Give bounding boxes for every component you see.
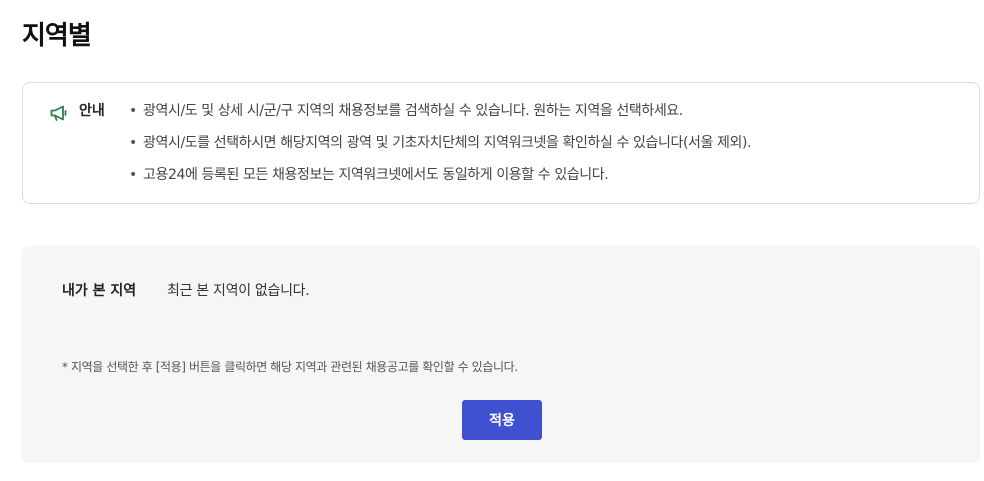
notice-box: 안내 • 광역시/도 및 상세 시/군/구 지역의 채용정보를 검색하실 수 있습… [22,82,980,204]
notice-item-text: 광역시/도 및 상세 시/군/구 지역의 채용정보를 검색하실 수 있습니다. … [143,103,683,119]
notice-item: • 광역시/도를 선택하시면 해당지역의 광역 및 기초자치단체의 지역워크넷을 … [129,133,752,165]
notice-item: • 광역시/도 및 상세 시/군/구 지역의 채용정보를 검색하실 수 있습니다.… [129,101,751,133]
apply-button[interactable]: 적용 [462,400,542,440]
notice-item-text: 광역시/도를 선택하시면 해당지역의 광역 및 기초자치단체의 지역워크넷을 확… [143,135,752,151]
notice-item: • 고용24에 등록된 모든 채용정보는 지역워크넷에서도 동일하게 이용할 수 … [129,165,751,197]
notice-item-text: 고용24에 등록된 모든 채용정보는 지역워크넷에서도 동일하게 이용할 수 있… [143,167,609,183]
bullet: • [129,167,137,183]
recent-regions-panel: 내가 본 지역 최근 본 지역이 없습니다. * 지역을 선택한 후 [적용] … [22,246,980,463]
bullet: • [129,103,137,119]
apply-note: * 지역을 선택한 후 [적용] 버튼을 클릭하면 해당 지역과 관련된 채용공… [62,360,518,374]
bullet: • [129,135,137,151]
notice-list: • 광역시/도 및 상세 시/군/구 지역의 채용정보를 검색하실 수 있습니다.… [129,101,752,197]
recent-regions-empty-message: 최근 본 지역이 없습니다. [167,283,310,299]
recent-regions-label: 내가 본 지역 [62,283,137,299]
page-title: 지역별 [22,21,92,51]
notice-label: 안내 [79,103,105,119]
megaphone-icon [49,103,69,123]
